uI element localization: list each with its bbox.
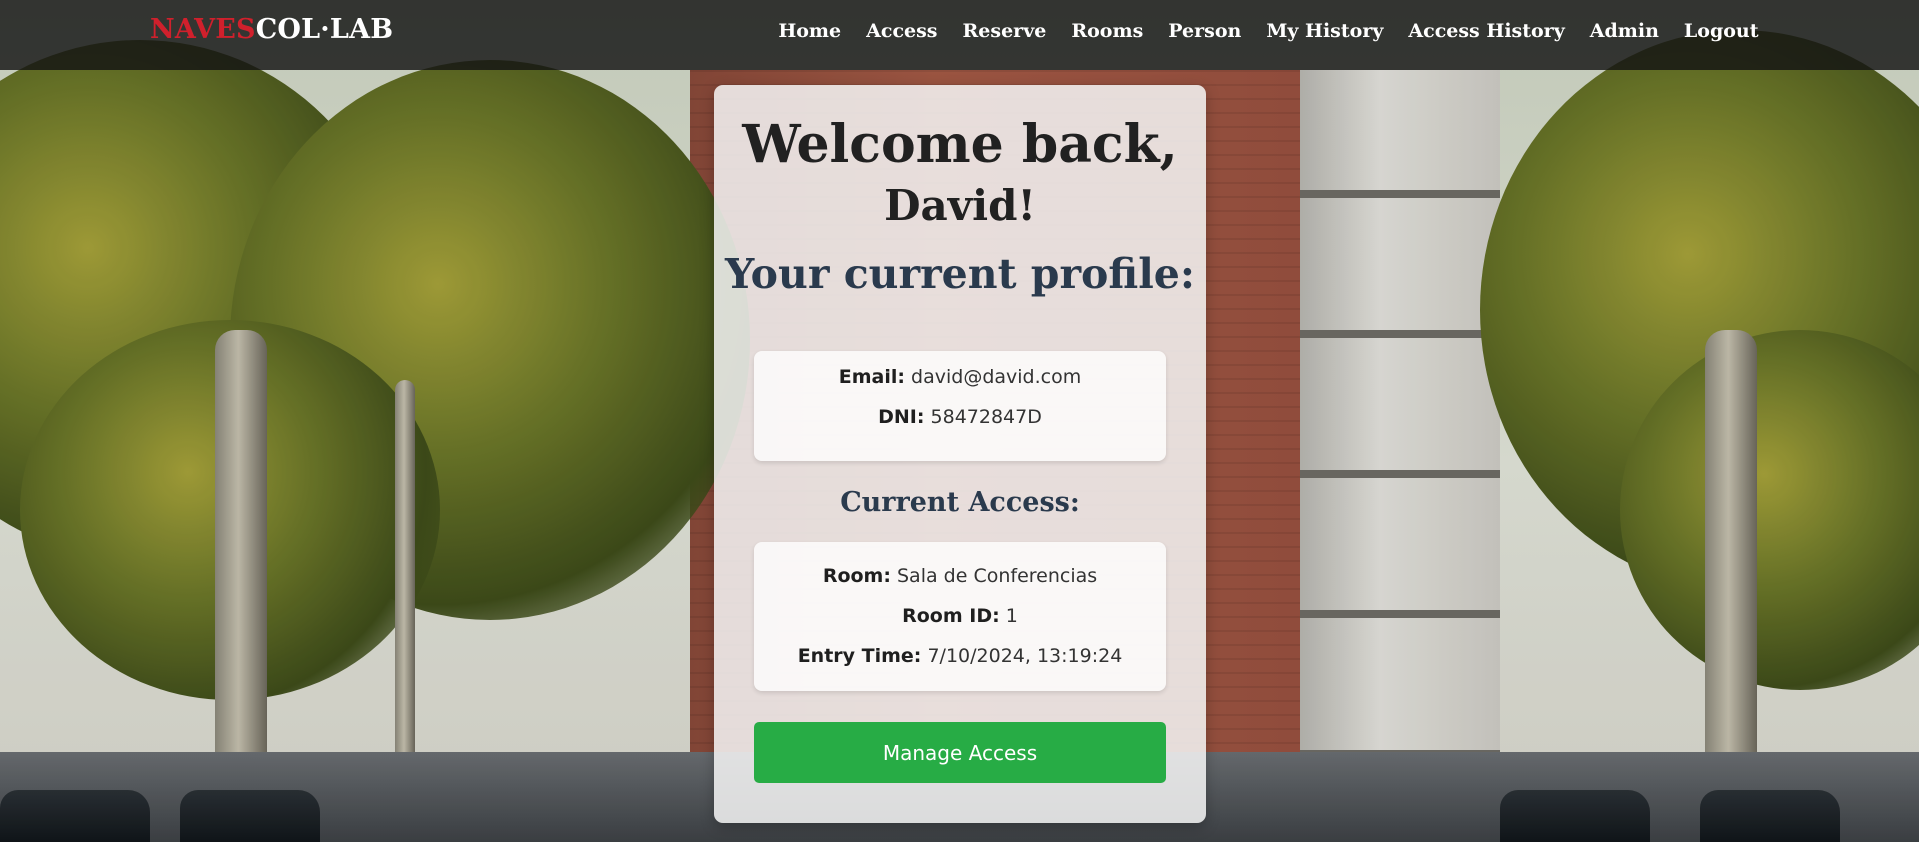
email-row: Email: david@david.com [754,357,1166,397]
page: NAVESCOL·LAB Home Access Reserve Rooms P… [0,0,1919,842]
profile-info-box: Email: david@david.com DNI: 58472847D [754,351,1166,461]
nav-links: Home Access Reserve Rooms Person My Hist… [766,20,1771,42]
room-row: Room: Sala de Conferencias [754,556,1166,596]
nav-link-logout[interactable]: Logout [1671,20,1771,42]
dni-label: DNI: [878,406,925,428]
access-info-box: Room: Sala de Conferencias Room ID: 1 En… [754,542,1166,691]
room-id-label: Room ID: [902,605,1000,627]
room-value: Sala de Conferencias [897,565,1098,587]
brand-part-naves: NAVES [150,14,256,45]
welcome-heading: Welcome back, [742,114,1178,175]
room-label: Room: [822,565,891,587]
email-label: Email: [838,366,905,388]
room-id-row: Room ID: 1 [754,596,1166,636]
nav-link-rooms[interactable]: Rooms [1059,20,1156,42]
profile-title: Your current profile: [724,250,1196,298]
dni-row: DNI: 58472847D [754,397,1166,437]
entry-time-label: Entry Time: [797,645,922,667]
nav-link-admin[interactable]: Admin [1577,20,1671,42]
nav-link-home[interactable]: Home [766,20,854,42]
brand-logo-link[interactable]: NAVESCOL·LAB [150,14,393,45]
nav-link-access[interactable]: Access [854,20,950,42]
room-id-value: 1 [1005,605,1018,627]
navbar: NAVESCOL·LAB Home Access Reserve Rooms P… [0,0,1919,70]
entry-time-row: Entry Time: 7/10/2024, 13:19:24 [754,636,1166,676]
entry-time-value: 7/10/2024, 13:19:24 [927,645,1123,667]
nav-link-access-history[interactable]: Access History [1396,20,1577,42]
manage-access-button[interactable]: Manage Access [754,722,1166,783]
user-name: David! [884,181,1036,230]
current-access-title: Current Access: [840,487,1080,518]
nav-link-person[interactable]: Person [1156,20,1254,42]
dni-value: 58472847D [930,406,1042,428]
welcome-card: Welcome back, David! Your current profil… [714,85,1206,823]
nav-link-my-history[interactable]: My History [1254,20,1396,42]
email-value: david@david.com [911,366,1082,388]
brand-part-collab: COL·LAB [255,14,394,45]
nav-link-reserve[interactable]: Reserve [950,20,1059,42]
